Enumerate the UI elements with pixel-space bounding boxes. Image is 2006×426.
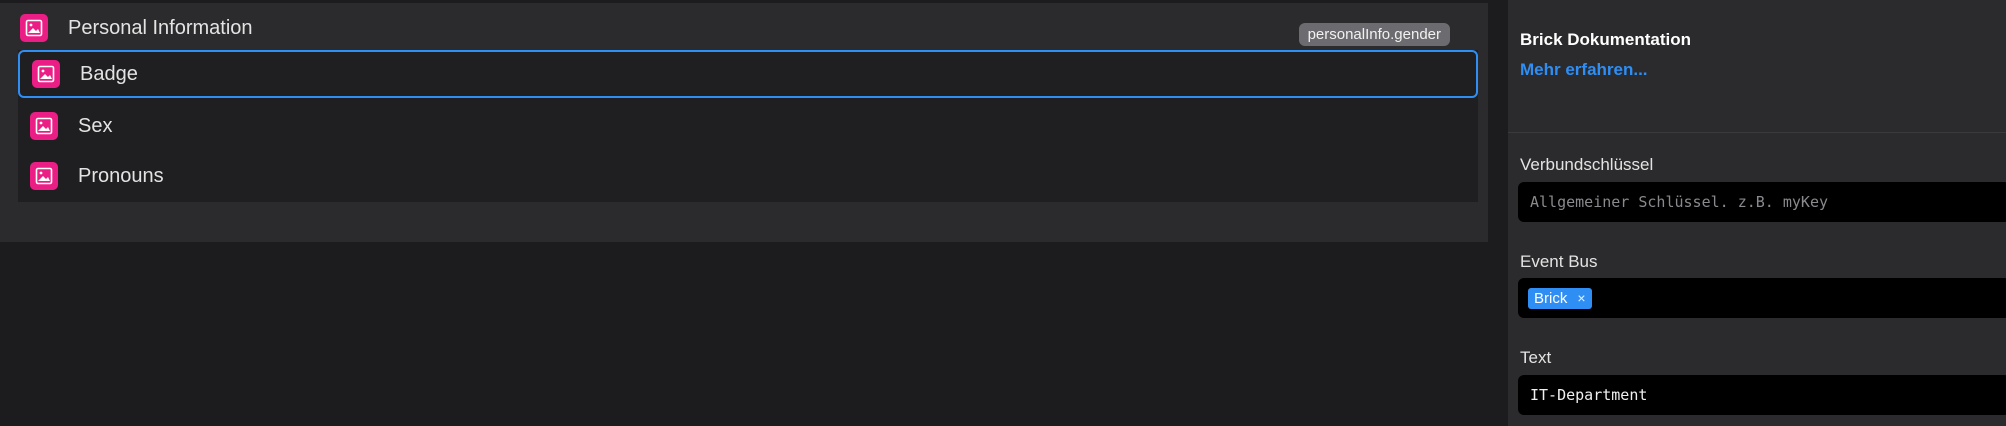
structure-pane: Personal Information personalInfo.gender…: [0, 0, 1488, 426]
event-bus-label: Event Bus: [1520, 252, 1598, 271]
tree-row-badge[interactable]: Badge: [18, 50, 1478, 98]
learn-more-link[interactable]: Mehr erfahren...: [1520, 60, 1648, 80]
text-input[interactable]: [1528, 385, 2000, 405]
tree-row-label: Pronouns: [78, 164, 164, 187]
image-icon: [30, 162, 58, 190]
inspector-pane: Brick Dokumentation Mehr erfahren... Ver…: [1508, 0, 2006, 426]
image-icon: [32, 60, 60, 88]
tree-row-label: Sex: [78, 114, 113, 137]
tree-panel: Personal Information personalInfo.gender…: [0, 0, 1488, 242]
section-divider: [1508, 132, 2006, 133]
tree-top-divider: [0, 0, 1488, 3]
event-bus-field[interactable]: Brick ×: [1518, 278, 2006, 318]
text-label: Text: [1520, 348, 1552, 367]
tree-row-label: Personal Information: [68, 16, 253, 39]
chip-label: Brick: [1534, 289, 1568, 307]
text-field[interactable]: [1518, 375, 2006, 415]
close-icon[interactable]: ×: [1577, 290, 1585, 306]
image-icon: [20, 14, 48, 42]
key-field[interactable]: [1518, 182, 2006, 222]
tree-row-pronouns[interactable]: Pronouns: [18, 152, 1478, 200]
key-input[interactable]: [1528, 192, 2000, 212]
tree-row-label: Badge: [80, 62, 138, 85]
tree-children: Badge Sex Pronouns: [18, 50, 1478, 202]
binding-tag: personalInfo.gender: [1298, 23, 1450, 46]
event-bus-chip[interactable]: Brick ×: [1528, 287, 1592, 309]
key-label: Verbundschlüssel: [1520, 155, 1654, 174]
tree-row-sex[interactable]: Sex: [18, 102, 1478, 150]
tree-row-personal-information[interactable]: Personal Information personalInfo.gender: [20, 8, 1470, 48]
image-icon: [30, 112, 58, 140]
doc-title: Brick Dokumentation: [1520, 30, 1691, 49]
pane-divider[interactable]: [1488, 0, 1508, 426]
